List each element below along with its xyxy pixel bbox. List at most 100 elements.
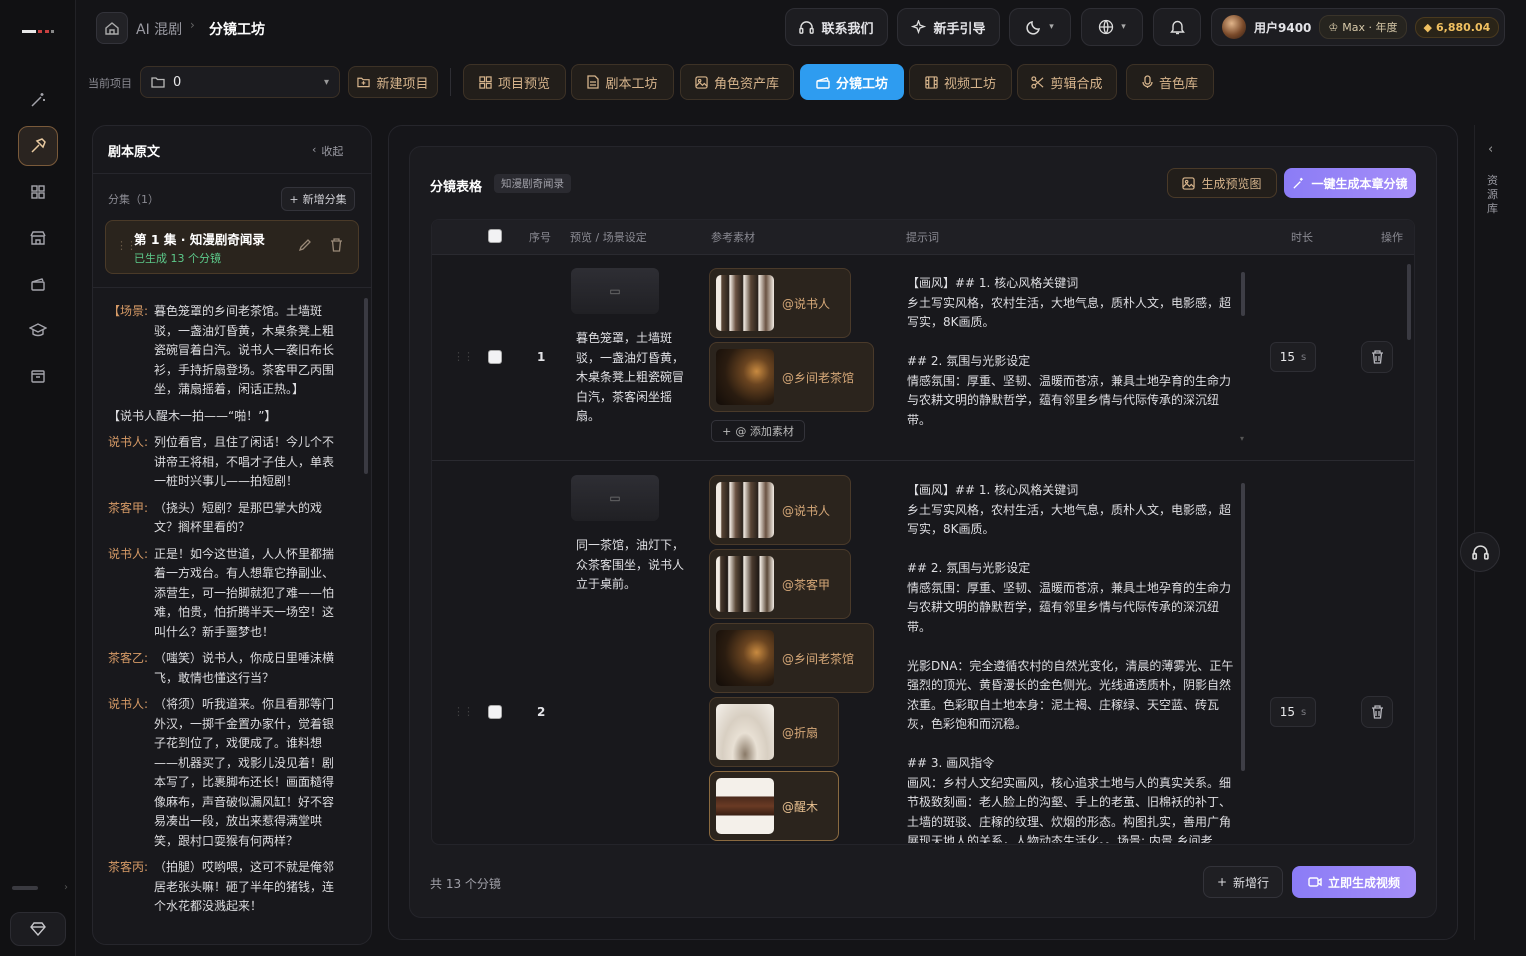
ref-card[interactable]: @乡间老茶馆	[709, 623, 874, 693]
ref-label: @说书人	[782, 296, 831, 311]
prompt-text[interactable]: 【画风】## 1. 核心风格关键词 乡土写实风格，农村生活，大地气息，质朴人文，…	[907, 274, 1235, 434]
add-row-button[interactable]: + 新增行	[1203, 866, 1283, 898]
row-checkbox[interactable]	[488, 705, 502, 719]
tab-1[interactable]: 项目预览	[463, 64, 566, 100]
plus-icon: +	[1216, 875, 1228, 889]
trash-icon[interactable]	[330, 238, 343, 255]
select-all-checkbox[interactable]	[488, 229, 502, 243]
graduation-cap-icon[interactable]	[18, 310, 58, 350]
diamond-icon[interactable]	[10, 912, 66, 946]
generate-preview-button[interactable]: 生成预览图	[1167, 168, 1277, 198]
store-icon[interactable]	[18, 218, 58, 258]
ref-card[interactable]: @醒木	[709, 771, 839, 841]
chevron-left-icon[interactable]: ‹	[1488, 142, 1493, 157]
plan-label: Max · 年度	[1342, 21, 1398, 34]
bell-icon	[1169, 20, 1185, 35]
grid-icon	[479, 75, 492, 89]
breadcrumb-home[interactable]: AI 混剧	[136, 19, 182, 39]
script-text-line: 【说书人醒木一拍——“啪！”】	[108, 408, 277, 423]
contact-button[interactable]: 联系我们	[785, 8, 888, 46]
ref-card[interactable]: @说书人	[709, 475, 851, 545]
home-icon[interactable]	[96, 12, 128, 44]
mic-icon	[1142, 75, 1153, 89]
breadcrumb-current: 分镜工坊	[209, 22, 265, 38]
tab-3[interactable]: 角色资产库	[680, 64, 794, 100]
plus-icon: +	[722, 424, 732, 438]
scrollbar[interactable]	[364, 298, 368, 474]
tab-2[interactable]: 剧本工坊	[571, 64, 674, 100]
language-selector[interactable]: ▾	[1081, 8, 1143, 46]
chevron-right-icon[interactable]: ›	[64, 882, 68, 893]
row-index: 2	[537, 705, 546, 719]
doc-icon	[587, 75, 600, 89]
drag-handle-icon[interactable]: ⋮⋮	[116, 239, 137, 252]
logo-icon	[22, 30, 54, 33]
script-line: 茶客甲: （挠头）短剧？是那巴掌大的戏文？搁杯里看的？	[108, 499, 340, 538]
grid-icon[interactable]	[18, 172, 58, 212]
scrollbar[interactable]	[1241, 272, 1245, 316]
globe-icon	[1099, 19, 1114, 35]
clapper-icon: ▭	[609, 491, 621, 505]
edit-icon[interactable]	[298, 238, 312, 255]
new-project-label: 新建项目	[376, 76, 429, 92]
tab-4[interactable]: 分镜工坊	[800, 64, 904, 100]
resource-library-label[interactable]: 资源库	[1487, 174, 1501, 216]
episode-card[interactable]: ⋮⋮ 第 1 集 · 知漫剧奇闻录 已生成 13 个分镜	[105, 220, 359, 274]
plus-icon: +	[289, 192, 299, 206]
calendar-icon[interactable]	[18, 356, 58, 396]
support-button[interactable]	[1460, 532, 1500, 572]
diamond-icon: ◆	[1423, 20, 1432, 34]
magic-wand-icon[interactable]	[18, 80, 58, 120]
generate-video-button[interactable]: 立即生成视频	[1292, 866, 1416, 898]
ref-card[interactable]: @茶客甲	[709, 549, 851, 619]
tab-label: 角色资产库	[713, 76, 779, 92]
guide-button[interactable]: 新手引导	[897, 8, 1000, 46]
project-label: 当前项目	[88, 77, 132, 90]
avatar	[1222, 15, 1246, 39]
script-text-line: （拍腿）哎哟喂，这可不就是俺邻居老张头嘛！砸了半年的猪钱，连个水花都没溅起来！	[154, 860, 335, 913]
guide-label: 新手引导	[933, 21, 986, 37]
clapper-icon: ▭	[609, 284, 621, 298]
project-select[interactable]: 0 ▾	[140, 66, 340, 98]
speaker-label: 茶客乙:	[108, 651, 149, 665]
collapse-button[interactable]: ‹ 收起	[312, 143, 343, 159]
add-ref-button[interactable]: + @ 添加素材	[711, 420, 805, 442]
tab-6[interactable]: 剪辑合成	[1017, 64, 1117, 100]
username: 用户9400	[1254, 20, 1312, 35]
tab-7[interactable]: 音色库	[1126, 64, 1214, 100]
add-episode-button[interactable]: + 新增分集	[281, 187, 355, 211]
theme-toggle[interactable]: ▾	[1009, 8, 1071, 46]
scrollbar[interactable]	[1241, 483, 1245, 771]
ref-card[interactable]: @折扇	[709, 697, 839, 767]
speaker-label: 【场景:	[108, 304, 149, 318]
hammer-icon[interactable]	[18, 126, 58, 166]
ref-card[interactable]: @乡间老茶馆	[709, 342, 874, 412]
delete-row-button[interactable]	[1361, 696, 1393, 728]
duration-input[interactable]: 15 s	[1270, 342, 1316, 372]
header-index: 序号	[529, 231, 551, 244]
panel-divider	[92, 173, 372, 174]
chevron-down-icon[interactable]: ▾	[1240, 434, 1244, 443]
script-line: 茶客乙: （嗤笑）说书人，你成日里唾沫横飞，敢情也懂这行当？	[108, 649, 340, 688]
notifications-button[interactable]	[1153, 8, 1201, 46]
preview-placeholder[interactable]: ▭	[571, 268, 659, 314]
drag-handle-icon[interactable]: ⋮⋮	[453, 350, 474, 363]
scissors-icon	[1031, 75, 1044, 89]
generate-all-button[interactable]: 一键生成本章分镜	[1284, 168, 1416, 198]
duration-input[interactable]: 15 s	[1270, 697, 1316, 727]
prompt-text[interactable]: 【画风】## 1. 核心风格关键词 乡土写实风格，农村生活，大地气息，质朴人文，…	[907, 481, 1235, 843]
drag-handle-icon[interactable]: ⋮⋮	[453, 705, 474, 718]
row-index: 1	[537, 350, 546, 364]
episode-title: 第 1 集 · 知漫剧奇闻录	[134, 232, 265, 247]
delete-row-button[interactable]	[1361, 341, 1393, 373]
breadcrumb-separator: ›	[190, 18, 195, 32]
ref-card[interactable]: @说书人	[709, 268, 851, 338]
user-menu[interactable]: 用户9400 ♔ Max · 年度 ◆ 6,880.04	[1211, 8, 1505, 46]
clapper-icon[interactable]	[18, 264, 58, 304]
tab-5[interactable]: 视频工坊	[909, 64, 1012, 100]
preview-placeholder[interactable]: ▭	[571, 475, 659, 521]
new-project-button[interactable]: 新建项目	[348, 66, 438, 98]
table-scrollbar[interactable]	[1407, 264, 1411, 340]
row-checkbox[interactable]	[488, 350, 502, 364]
script-line: 说书人: （将须）听我道来。你且看那等门外汉，一掷千金置办家什，觉着银子花到位了，…	[108, 695, 340, 851]
